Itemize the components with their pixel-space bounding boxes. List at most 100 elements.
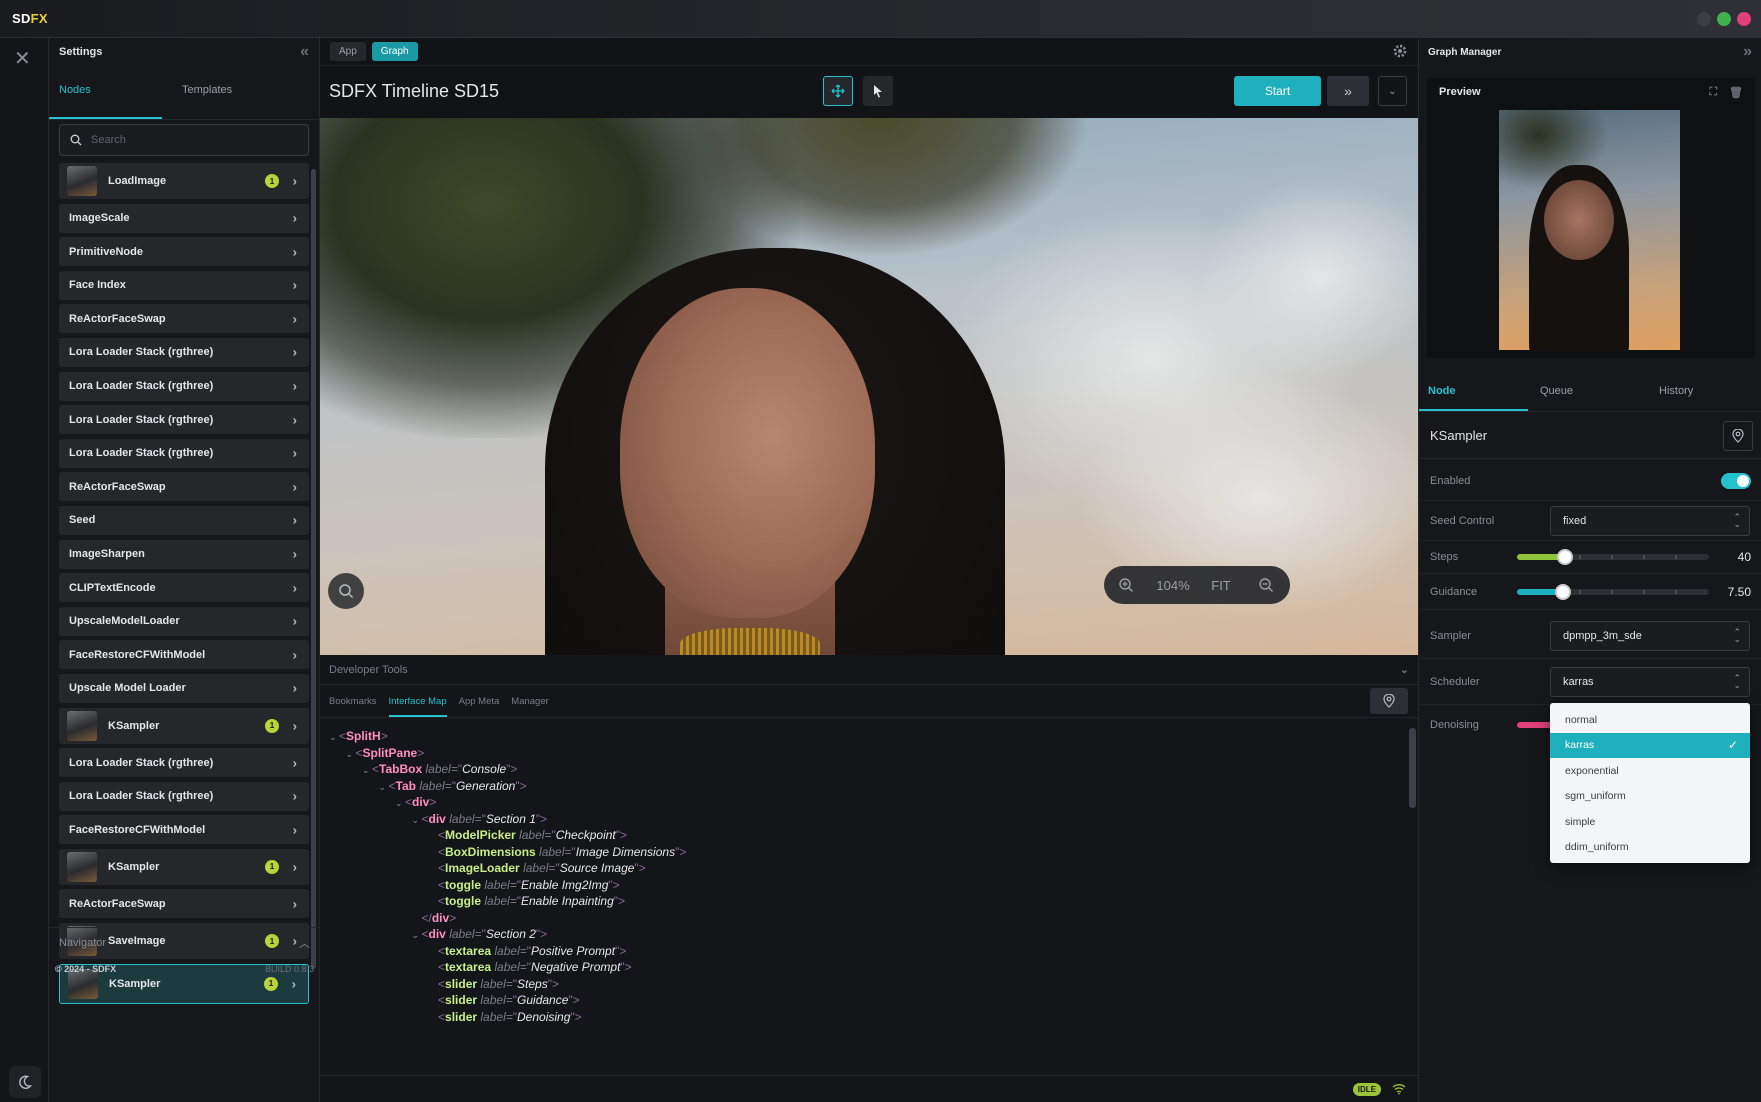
tree-node[interactable]: <slider label="Denoising"> <box>329 1009 686 1026</box>
tab-history[interactable]: History <box>1637 368 1746 411</box>
node-list-item[interactable]: Lora Loader Stack (rgthree) › <box>59 781 309 811</box>
tree-node[interactable]: ⌄ <SplitPane> <box>329 745 686 762</box>
node-list-item[interactable]: Upscale Model Loader › <box>59 673 309 703</box>
zoom-in-button[interactable] <box>1104 577 1148 593</box>
tree-node[interactable]: </div> <box>329 910 686 927</box>
trash-icon[interactable]: 🗑 <box>1729 86 1743 99</box>
preview-title: Preview <box>1439 86 1481 98</box>
sampler-select[interactable]: dpmpp_3m_sde ⌃ ⌄ <box>1550 620 1750 651</box>
fast-forward-button[interactable]: » <box>1327 76 1369 106</box>
node-list-item[interactable]: KSampler 1 › <box>59 707 309 744</box>
tree-node[interactable]: <textarea label="Negative Prompt"> <box>329 959 686 976</box>
node-list-item[interactable]: FaceRestoreCFWithModel › <box>59 640 309 670</box>
node-list-item[interactable]: LoadImage 1 › <box>59 163 309 199</box>
start-button[interactable]: Start <box>1234 76 1321 106</box>
chevron-down-icon[interactable]: ⌄ <box>1400 663 1409 676</box>
pan-tool-button[interactable] <box>823 76 853 106</box>
scheduler-option[interactable]: sgm_uniform <box>1550 784 1750 810</box>
tree-node[interactable]: <BoxDimensions label="Image Dimensions"> <box>329 844 686 861</box>
minimize-button[interactable] <box>1697 12 1711 26</box>
canvas-search-button[interactable] <box>328 573 364 609</box>
node-list-item[interactable]: FaceRestoreCFWithModel › <box>59 815 309 845</box>
node-list-scrollbar[interactable] <box>311 169 316 969</box>
collapse-left-icon[interactable]: « <box>300 43 309 61</box>
seed-control-select[interactable]: fixed ⌃ ⌄ <box>1550 505 1750 536</box>
node-list-item[interactable]: Lora Loader Stack (rgthree) › <box>59 337 309 367</box>
navigator-section[interactable]: Navigator ︿ <box>49 927 320 957</box>
node-list-item[interactable]: KSampler 1 › <box>59 848 309 885</box>
close-icon[interactable]: ✕ <box>14 46 31 71</box>
tab-templates[interactable]: Templates <box>162 66 275 119</box>
node-list-item[interactable]: Lora Loader Stack (rgthree) › <box>59 438 309 468</box>
tab-node[interactable]: Node <box>1419 368 1528 411</box>
locate-button[interactable] <box>1370 688 1408 714</box>
collapse-right-icon[interactable]: » <box>1743 43 1752 61</box>
node-list-item[interactable]: Seed › <box>59 505 309 535</box>
scheduler-option[interactable]: exponential <box>1550 758 1750 784</box>
tree-node[interactable]: ⌄ <div label="Section 2"> <box>329 926 686 943</box>
scheduler-select[interactable]: karras ⌃ ⌄ <box>1550 666 1750 697</box>
node-list-item[interactable]: ReActorFaceSwap › <box>59 889 309 919</box>
scheduler-option[interactable]: normal <box>1550 707 1750 733</box>
tab-interface-map[interactable]: Interface Map <box>388 696 447 717</box>
preview-image[interactable] <box>1499 110 1680 350</box>
tree-node[interactable]: <ImageLoader label="Source Image"> <box>329 860 686 877</box>
tab-app-meta[interactable]: App Meta <box>459 696 500 707</box>
tree-node[interactable]: <textarea label="Positive Prompt"> <box>329 943 686 960</box>
enabled-toggle[interactable] <box>1721 472 1751 489</box>
status-badge: IDLE <box>1352 1083 1381 1096</box>
tree-node[interactable]: <slider label="Steps"> <box>329 976 686 993</box>
chevron-up-icon[interactable]: ︿ <box>299 935 310 951</box>
tab-app[interactable]: App <box>330 42 366 61</box>
gear-icon[interactable] <box>1392 43 1408 59</box>
scrollbar-thumb[interactable] <box>311 169 316 969</box>
node-list-item[interactable]: ImageSharpen › <box>59 539 309 569</box>
attr-name: label= <box>449 811 482 826</box>
node-list-item[interactable]: PrimitiveNode › <box>59 237 309 267</box>
node-list-item[interactable]: Lora Loader Stack (rgthree) › <box>59 748 309 778</box>
locate-node-button[interactable] <box>1723 421 1753 451</box>
tree-node[interactable]: ⌄ <TabBox label="Console"> <box>329 761 686 778</box>
tree-node[interactable]: ⌄ <div label="Section 1"> <box>329 811 686 828</box>
devtools-scrollbar[interactable] <box>1409 728 1416 808</box>
scheduler-option-label: simple <box>1565 815 1596 828</box>
tab-bookmarks[interactable]: Bookmarks <box>329 696 377 707</box>
start-options-dropdown[interactable]: ⌄ <box>1378 76 1407 106</box>
zoom-out-button[interactable] <box>1244 577 1288 593</box>
scheduler-option[interactable]: karras ✓ <box>1550 732 1750 758</box>
tab-graph[interactable]: Graph <box>371 42 418 61</box>
node-list-item[interactable]: ReActorFaceSwap › <box>59 472 309 502</box>
guidance-slider[interactable] <box>1517 583 1709 600</box>
devtools-header[interactable]: Developer Tools ⌄ <box>320 655 1418 685</box>
guidance-knob[interactable] <box>1555 583 1572 600</box>
steps-slider[interactable] <box>1517 549 1709 565</box>
scheduler-option[interactable]: ddim_uniform <box>1550 835 1750 861</box>
node-list-item[interactable]: Face Index › <box>59 270 309 300</box>
tree-node[interactable]: <toggle label="Enable Inpainting"> <box>329 893 686 910</box>
tree-node[interactable]: <toggle label="Enable Img2Img"> <box>329 877 686 894</box>
focus-icon[interactable]: ⛶ <box>1709 86 1717 99</box>
image-canvas[interactable]: 104% FIT <box>320 118 1418 655</box>
steps-knob[interactable] <box>1557 549 1573 565</box>
tree-node[interactable]: ⌄ <Tab label="Generation"> <box>329 778 686 795</box>
fit-button[interactable]: FIT <box>1198 578 1244 593</box>
tree-node[interactable]: <slider label="Guidance"> <box>329 992 686 1009</box>
search-input[interactable] <box>91 134 291 146</box>
theme-toggle-button[interactable] <box>9 1066 41 1098</box>
node-list-item[interactable]: Lora Loader Stack (rgthree) › <box>59 405 309 435</box>
tab-manager[interactable]: Manager <box>511 696 549 707</box>
tab-queue[interactable]: Queue <box>1528 368 1637 411</box>
node-list-item[interactable]: Lora Loader Stack (rgthree) › <box>59 371 309 401</box>
close-window-button[interactable] <box>1737 12 1751 26</box>
maximize-button[interactable] <box>1717 12 1731 26</box>
node-list-item[interactable]: ImageScale › <box>59 203 309 233</box>
node-list-item[interactable]: CLIPTextEncode › <box>59 573 309 603</box>
scheduler-option[interactable]: simple <box>1550 809 1750 835</box>
tree-node[interactable]: <ModelPicker label="Checkpoint"> <box>329 827 686 844</box>
node-list-item[interactable]: ReActorFaceSwap › <box>59 304 309 334</box>
tab-nodes[interactable]: Nodes <box>49 66 162 119</box>
tree-node[interactable]: ⌄ <SplitH> <box>329 728 686 745</box>
node-list-item[interactable]: UpscaleModelLoader › <box>59 606 309 636</box>
select-tool-button[interactable] <box>863 76 893 106</box>
tree-node[interactable]: ⌄ <div> <box>329 794 686 811</box>
